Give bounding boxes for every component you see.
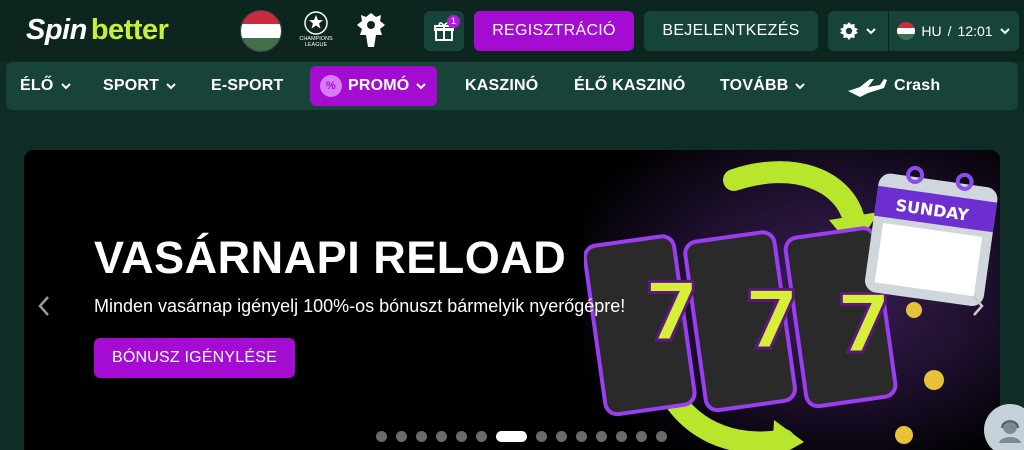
reel-symbol-1: 7 xyxy=(644,266,700,359)
chevron-left-icon[interactable] xyxy=(36,294,52,318)
champions-league-icon[interactable]: CHAMPIONS LEAGUE xyxy=(296,10,336,52)
carousel-dot[interactable] xyxy=(596,430,607,442)
nav-item-more[interactable]: TOVÁBB xyxy=(720,62,806,110)
chevron-down-icon xyxy=(795,83,806,90)
support-agent-icon xyxy=(999,420,1021,443)
carousel-dot[interactable] xyxy=(536,430,547,442)
slot-machine-illustration: 7 7 7 SUNDAY xyxy=(582,150,1000,450)
top-header: Spin better CHAMPIONS LEAGUE 1 REGISZTRÁ… xyxy=(0,0,1024,62)
carousel-dot[interactable] xyxy=(396,430,407,442)
premier-league-lion-icon[interactable] xyxy=(354,11,388,51)
chevron-down-icon xyxy=(999,28,1010,35)
register-button[interactable]: REGISZTRÁCIÓ xyxy=(474,11,634,51)
nav-item-label: SPORT xyxy=(103,77,160,94)
ucl-label: CHAMPIONS LEAGUE xyxy=(299,36,333,48)
carousel-dot[interactable] xyxy=(576,430,587,442)
language-code: HU xyxy=(921,23,942,39)
chevron-down-icon xyxy=(416,83,427,90)
ucl-starball-icon xyxy=(304,11,328,35)
gift-count-badge: 1 xyxy=(447,15,460,28)
slot-reels-graphic: 7 7 7 SUNDAY xyxy=(582,161,998,450)
login-button[interactable]: BEJELENTKEZÉS xyxy=(644,11,818,51)
clock-time: 12:01 xyxy=(957,23,993,39)
nav-item-casino[interactable]: KASZINÓ xyxy=(465,62,538,110)
carousel-dot[interactable] xyxy=(476,430,487,442)
carousel-dot[interactable] xyxy=(456,430,467,442)
nav-item-label: ÉLŐ xyxy=(20,77,54,94)
chevron-down-icon xyxy=(60,83,71,90)
banner-subtitle: Minden vasárnap igényelj 100%-os bónuszt… xyxy=(94,296,626,316)
nav-item-sport[interactable]: SPORT xyxy=(103,62,177,110)
carousel-dot-active[interactable] xyxy=(496,430,527,442)
nav-item-crash[interactable]: Crash xyxy=(846,62,940,110)
carousel-dot[interactable] xyxy=(616,430,627,442)
airplane-icon xyxy=(848,79,887,97)
promo-banner[interactable]: 7 7 7 SUNDAY VASÁRNAPI RELOAD Minden vas… xyxy=(24,150,1000,450)
settings-button[interactable] xyxy=(828,11,888,51)
spinbetter-logo[interactable]: Spin better xyxy=(26,14,169,48)
hungary-flag-icon[interactable] xyxy=(240,10,282,52)
chevron-down-icon xyxy=(166,83,176,90)
main-navigation: ÉLŐ SPORT E-SPORT % PROMÓ KASZINÓ ÉLŐ KA… xyxy=(6,62,1018,110)
logo-text-better: better xyxy=(90,14,169,46)
nav-item-label: E-SPORT xyxy=(211,77,284,94)
hungary-flag-small-icon xyxy=(897,22,916,40)
percent-badge-icon: % xyxy=(320,75,342,97)
claim-bonus-button[interactable]: BÓNUSZ IGÉNYLÉSE xyxy=(94,338,295,378)
nav-item-label: PROMÓ xyxy=(348,77,410,94)
nav-item-label: Crash xyxy=(894,77,941,94)
nav-item-promo[interactable]: % PROMÓ xyxy=(310,66,438,106)
nav-item-label: KASZINÓ xyxy=(465,77,539,94)
nav-item-live[interactable]: ÉLŐ xyxy=(20,62,72,110)
nav-item-label: ÉLŐ KASZINÓ xyxy=(574,77,686,94)
chevron-right-icon[interactable] xyxy=(970,294,986,318)
nav-item-label: TOVÁBB xyxy=(720,77,789,94)
carousel-dot[interactable] xyxy=(556,430,567,442)
carousel-dot[interactable] xyxy=(376,430,387,442)
separator: / xyxy=(947,23,952,39)
reel-symbol-2: 7 xyxy=(744,274,800,367)
gear-icon xyxy=(840,22,858,40)
nav-item-live-casino[interactable]: ÉLŐ KASZINÓ xyxy=(574,62,686,110)
language-time-selector[interactable]: HU / 12:01 xyxy=(889,11,1019,51)
carousel-dot[interactable] xyxy=(636,430,647,442)
carousel-dot[interactable] xyxy=(436,430,447,442)
carousel-pagination xyxy=(376,430,667,442)
gift-button[interactable]: 1 xyxy=(424,11,464,51)
carousel-dot[interactable] xyxy=(416,430,427,442)
carousel-dot[interactable] xyxy=(656,430,667,442)
nav-item-esport[interactable]: E-SPORT xyxy=(211,62,284,110)
logo-text-spin: Spin xyxy=(26,14,87,46)
chevron-down-icon xyxy=(866,28,876,35)
banner-title: VASÁRNAPI RELOAD xyxy=(94,232,567,283)
